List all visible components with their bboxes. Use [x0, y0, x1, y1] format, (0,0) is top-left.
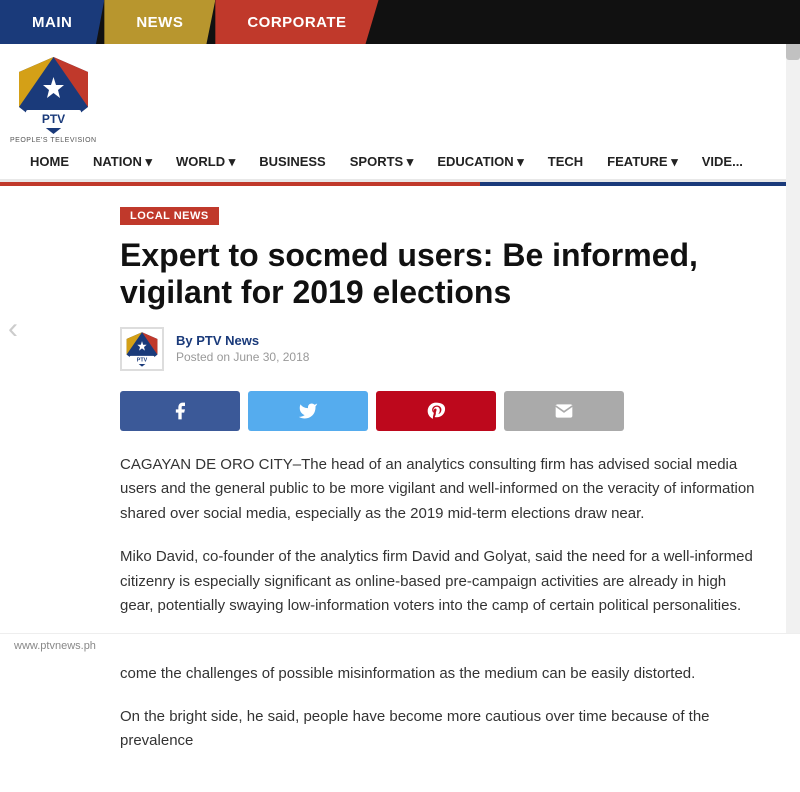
author-logo-icon: PTV [123, 330, 161, 368]
left-arrow-button[interactable]: ‹ [8, 312, 18, 346]
header-area: PTV PEOPLE'S TELEVISION [0, 44, 800, 144]
footer-url: www.ptvnews.ph [14, 640, 96, 652]
svg-text:PTV: PTV [137, 357, 148, 363]
top-navigation: MAIN NEWS CORPORATE [0, 0, 800, 44]
twitter-icon [298, 401, 318, 421]
share-email-button[interactable] [504, 391, 624, 431]
nav-world[interactable]: WORLD ▾ [166, 154, 245, 170]
category-badge[interactable]: LOCAL NEWS [120, 207, 219, 225]
ptv-subtitle: PEOPLE'S TELEVISION [10, 137, 97, 144]
article-title: Expert to socmed users: Be informed, vig… [120, 237, 760, 311]
author-block: PTV By PTV News Posted on June 30, 2018 [120, 327, 760, 371]
nav-video[interactable]: VIDE... [692, 154, 753, 169]
nav-sports[interactable]: SPORTS ▾ [340, 154, 424, 170]
nav-nation[interactable]: NATION ▾ [83, 154, 162, 170]
author-avatar: PTV [120, 327, 164, 371]
article-paragraph-2: Miko David, co-founder of the analytics … [120, 545, 760, 619]
footer-bar: www.ptvnews.ph [0, 633, 800, 658]
nav-education[interactable]: EDUCATION ▾ [427, 154, 533, 170]
top-nav-spacer [379, 0, 800, 44]
article-paragraph-1: CAGAYAN DE ORO CITY–The head of an analy… [120, 453, 760, 527]
scrollbar-track[interactable] [786, 0, 800, 658]
share-buttons-group [120, 391, 760, 431]
facebook-icon [170, 401, 190, 421]
share-twitter-button[interactable] [248, 391, 368, 431]
nav-business[interactable]: BUSINESS [249, 154, 335, 169]
email-icon [554, 401, 574, 421]
article-body: CAGAYAN DE ORO CITY–The head of an analy… [120, 453, 760, 755]
nav-tech[interactable]: TECH [538, 154, 593, 169]
nav-home[interactable]: HOME [20, 154, 79, 169]
article-paragraph-4: On the bright side, he said, people have… [120, 705, 760, 755]
secondary-navigation: HOME NATION ▾ WORLD ▾ BUSINESS SPORTS ▾ … [0, 144, 800, 182]
pinterest-icon [426, 401, 446, 421]
share-pinterest-button[interactable] [376, 391, 496, 431]
logo-block[interactable]: PTV PEOPLE'S TELEVISION [10, 52, 97, 144]
ptv-logo-svg: PTV [16, 52, 91, 137]
author-name-link[interactable]: PTV News [196, 333, 259, 348]
top-nav-main[interactable]: MAIN [0, 0, 104, 44]
author-info: By PTV News Posted on June 30, 2018 [176, 333, 309, 364]
share-facebook-button[interactable] [120, 391, 240, 431]
nav-feature[interactable]: FEATURE ▾ [597, 154, 688, 170]
top-nav-news[interactable]: NEWS [104, 0, 215, 44]
post-date: Posted on June 30, 2018 [176, 350, 309, 364]
main-content: LOCAL NEWS Expert to socmed users: Be in… [0, 186, 780, 792]
top-nav-corporate[interactable]: CORPORATE [215, 0, 378, 44]
author-name: By PTV News [176, 333, 309, 348]
svg-text:PTV: PTV [42, 112, 65, 126]
